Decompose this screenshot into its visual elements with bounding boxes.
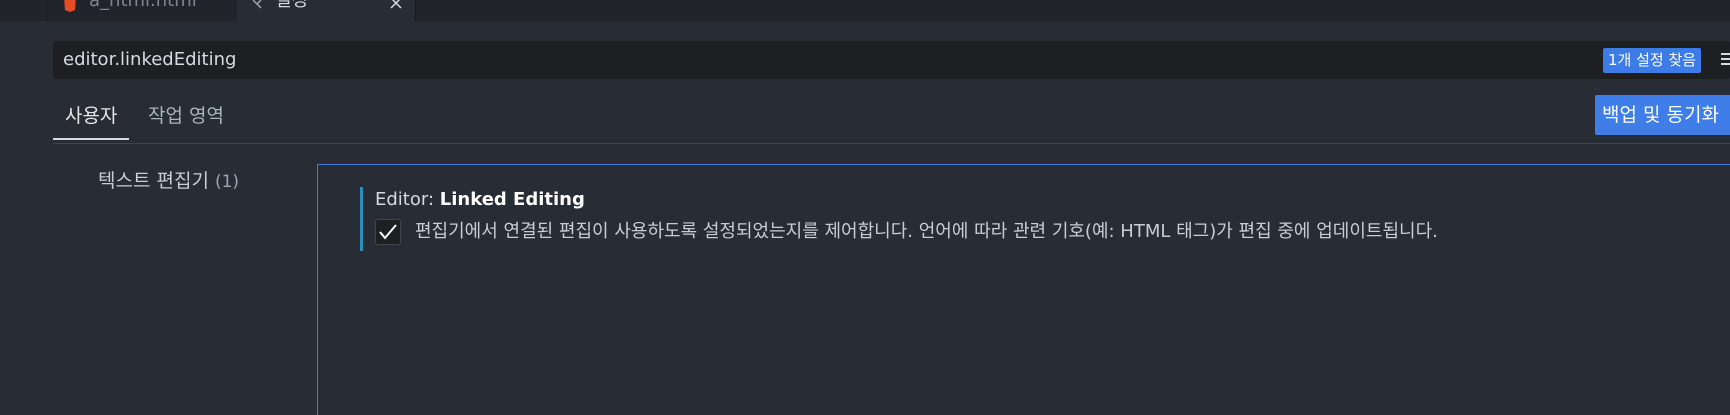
checkmark-icon (379, 224, 397, 240)
setting-description: 편집기에서 연결된 편집이 사용하도록 설정되었는지를 제어합니다. 언어에 따… (415, 221, 1438, 242)
editor-tab-bar: a_html.html 설정 (0, 0, 1730, 21)
toc-item-text-editor[interactable]: 텍스트 편집기 (1) (98, 166, 239, 193)
backup-sync-button[interactable]: 백업 및 동기화 (1595, 95, 1730, 135)
tab-html-file[interactable]: a_html.html (46, 0, 238, 21)
setting-category: Editor: (375, 189, 440, 210)
filter-icon[interactable] (1721, 51, 1730, 67)
settings-list: Editor: Linked Editing 편집기에서 연결된 편집이 사용하… (317, 164, 1730, 415)
tab-user-settings[interactable]: 사용자 (53, 96, 130, 140)
scope-divider (53, 143, 1730, 144)
settings-file-icon (251, 0, 265, 10)
setting-title: Editor: Linked Editing (375, 187, 1675, 213)
toc-label: 텍스트 편집기 (98, 170, 209, 192)
setting-linked-editing: Editor: Linked Editing 편집기에서 연결된 편집이 사용하… (360, 187, 1675, 251)
linked-editing-checkbox[interactable] (375, 219, 401, 245)
settings-search-input[interactable]: editor.linkedEditing 1개 설정 찾음 (53, 41, 1730, 79)
toc-count: (1) (214, 172, 240, 192)
search-value[interactable]: editor.linkedEditing (63, 41, 236, 79)
tab-workspace-settings[interactable]: 작업 영역 (136, 96, 236, 136)
result-count-badge: 1개 설정 찾음 (1603, 48, 1702, 73)
html5-icon (63, 0, 77, 12)
close-icon[interactable] (389, 0, 403, 9)
tab-settings[interactable]: 설정 (237, 0, 416, 21)
tab-label: a_html.html (89, 0, 197, 11)
setting-row: 편집기에서 연결된 편집이 사용하도록 설정되었는지를 제어합니다. 언어에 따… (375, 217, 1675, 251)
setting-name: Linked Editing (439, 189, 585, 210)
tab-label: 설정 (275, 0, 309, 11)
